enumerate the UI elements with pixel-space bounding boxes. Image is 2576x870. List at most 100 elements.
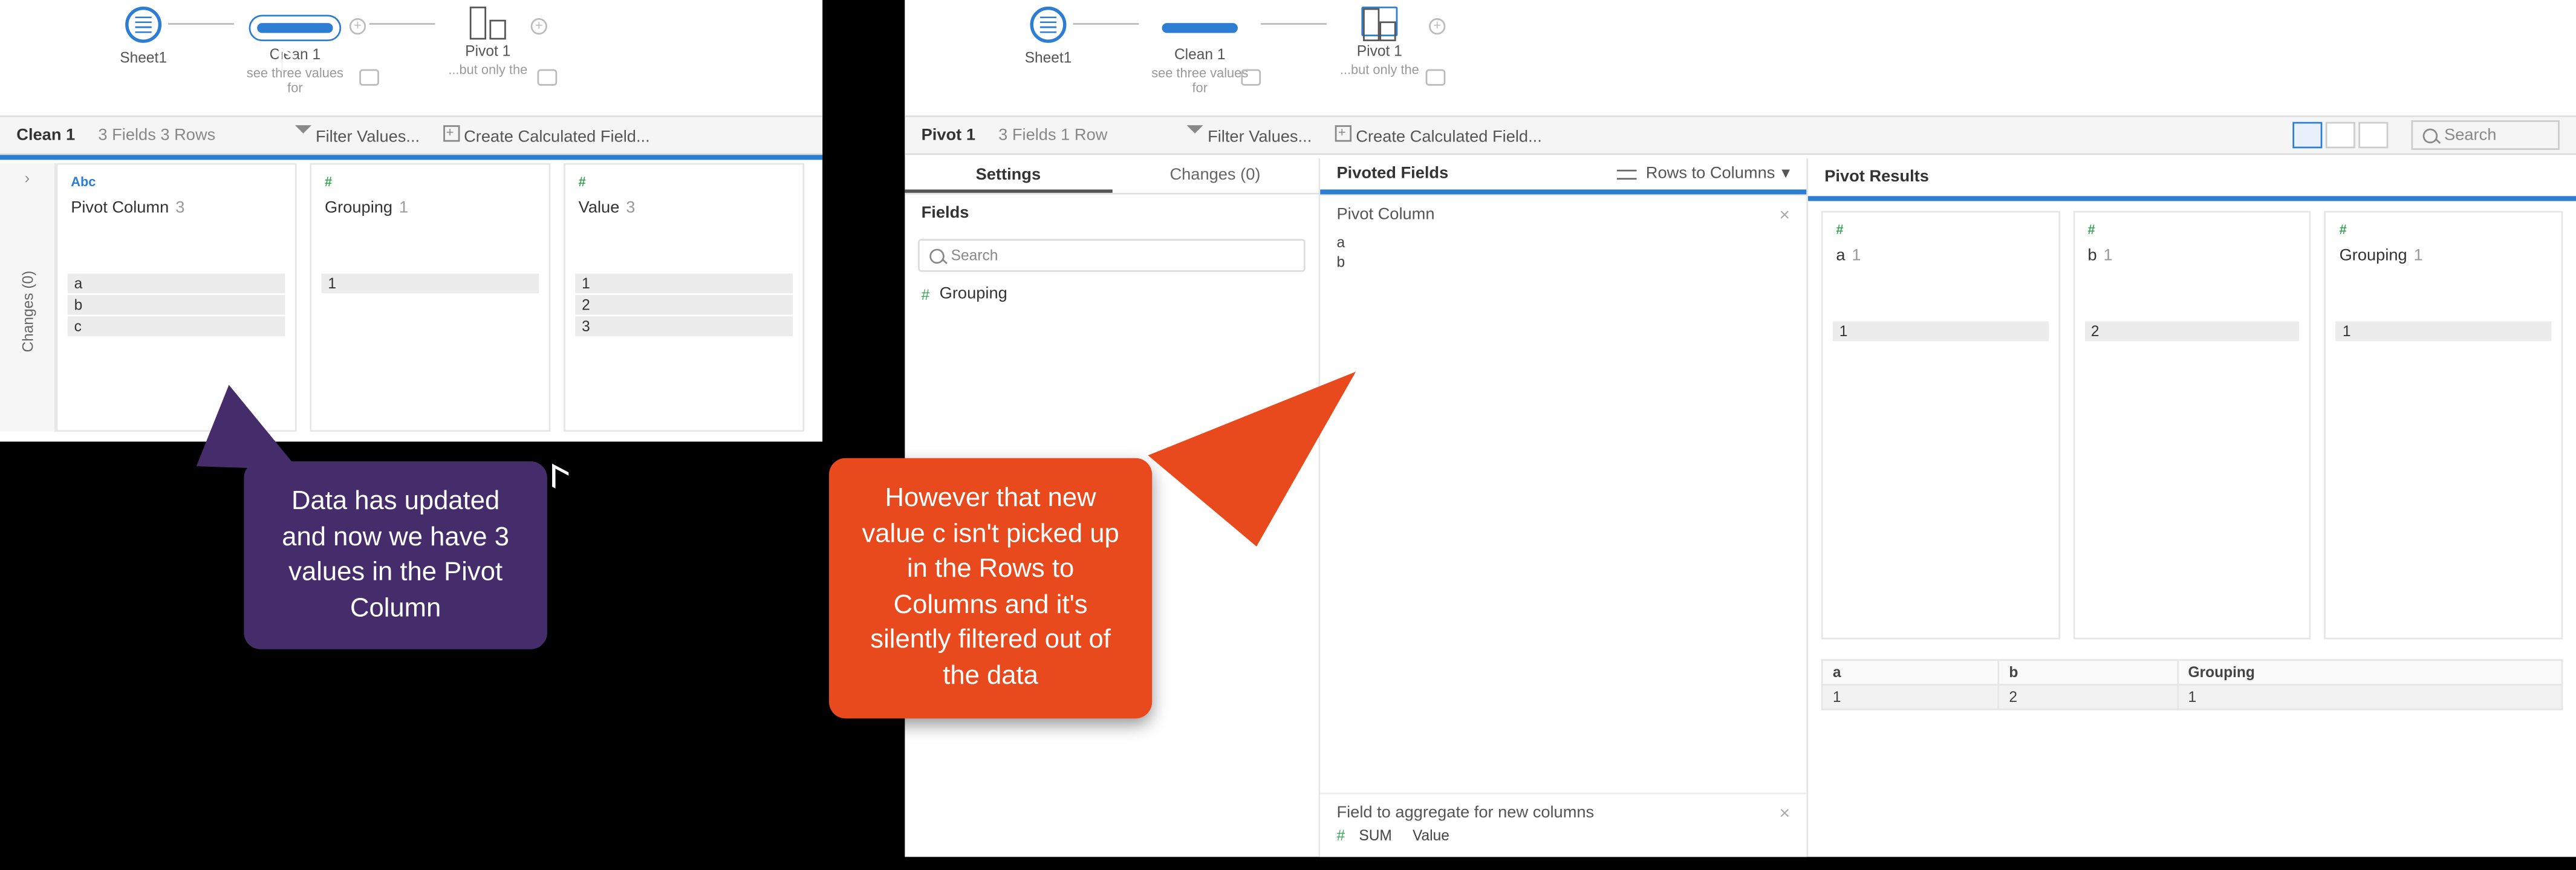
pivot-step-icon [470,7,506,36]
result-card-a[interactable]: # a1 1 [1821,211,2060,640]
profile-pane: Abc Pivot Column3 a b c # Grouping1 1 # … [56,163,813,432]
card-value[interactable]: 1 [321,273,539,293]
card-value[interactable]: 2 [2084,321,2300,341]
comment-icon[interactable] [538,69,558,85]
accent-bar [1320,189,1806,194]
annotation-text: However that new value c isn't picked up… [859,481,1122,695]
calc-icon [443,125,459,141]
filter-values-button[interactable]: Filter Values... [294,125,420,146]
card-value[interactable]: 1 [575,273,793,293]
comment-icon[interactable] [1241,69,1261,85]
flow-node-pivot1[interactable]: Pivot 1 ...but only the [438,7,538,77]
step-info-bar: Clean 1 3 Fields 3 Rows Filter Values...… [0,115,822,155]
calc-label: Create Calculated Field... [1356,128,1542,146]
clean-step-icon [257,23,333,33]
flow-subtitle: ...but only the [1330,63,1429,78]
filter-label: Filter Values... [1208,128,1312,146]
create-calc-button[interactable]: Create Calculated Field... [1335,125,1541,146]
flow-node-clean1[interactable]: Clean 1 see three values for [1142,7,1258,96]
remove-icon[interactable]: × [1779,206,1790,226]
step-info-bar: Pivot 1 3 Fields 1 Row Filter Values... … [905,115,2576,155]
field-item-grouping[interactable]: # Grouping [905,279,1318,310]
result-card-b[interactable]: # b1 2 [2073,211,2311,640]
table-row[interactable]: 1 2 1 [1822,684,2562,709]
card-title: Grouping [325,200,392,218]
profile-card-value[interactable]: # Value3 1 2 3 [564,163,804,432]
pivot-value[interactable]: b [1336,252,1790,272]
add-step-icon[interactable]: + [350,18,366,34]
search-input[interactable]: Search [2412,120,2560,150]
accent-bar [1808,196,2576,201]
result-card-grouping[interactable]: # Grouping1 1 [2324,211,2563,640]
aggregate-name: Value [1413,827,1449,843]
card-count: 3 [175,200,184,218]
chevron-down-icon: ▾ [1781,165,1790,183]
search-placeholder: Search [951,247,998,264]
table-header[interactable]: a [1822,660,1998,685]
pivot-value[interactable]: a [1336,232,1790,252]
remove-icon[interactable]: × [1779,804,1790,824]
expand-icon[interactable]: › [0,163,54,193]
step-meta: 3 Fields 1 Row [998,126,1107,144]
card-count: 1 [2414,247,2423,265]
step-meta: 3 Fields 3 Rows [98,126,215,144]
flow-node-sheet1[interactable]: Sheet1 [1007,7,1089,66]
pivot-mode-dropdown[interactable]: Rows to Columns ▾ [1616,165,1790,183]
results-data-grid[interactable]: a b Grouping 1 2 1 [1821,659,2563,710]
filter-icon [1186,125,1203,141]
filter-values-button[interactable]: Filter Values... [1186,125,1312,146]
card-title: Pivot Column [71,200,169,218]
card-title: Value [579,200,620,218]
step-name: Clean 1 [16,126,75,144]
settings-tabs: Settings Changes (0) [905,158,1318,195]
flow-connector [1261,23,1327,25]
create-calc-button[interactable]: Create Calculated Field... [443,125,649,146]
type-badge-num: # [1336,827,1345,843]
profile-card-grouping[interactable]: # Grouping1 1 [310,163,550,432]
type-badge-num: # [922,286,930,302]
card-value[interactable]: 2 [575,295,793,315]
table-header[interactable]: Grouping [2178,660,2562,685]
annotation-text: Data has updated and now we have 3 value… [273,484,517,626]
search-icon [929,248,945,263]
card-value[interactable]: 3 [575,316,793,336]
view-grid-icon[interactable] [2358,122,2388,149]
clean-step-icon [1162,23,1238,33]
annotation-purple: Data has updated and now we have 3 value… [244,461,547,650]
table-header[interactable]: b [1999,660,2178,685]
add-step-icon[interactable]: + [531,18,547,34]
aggregate-field[interactable]: # SUM Value [1336,824,1790,847]
view-list-icon[interactable] [2326,122,2355,149]
flow-node-clean1[interactable]: Clean 1 see three values for [237,7,353,96]
card-value[interactable]: 1 [1833,321,2048,341]
card-title: b [2087,247,2096,265]
datasource-icon [1030,7,1067,43]
comment-icon[interactable] [1426,69,1446,85]
fields-header: Fields [905,195,1318,233]
view-mode-switch[interactable] [2292,122,2388,149]
tab-changes[interactable]: Changes (0) [1111,158,1318,193]
card-value[interactable]: c [68,316,285,336]
search-placeholder: Search [2444,126,2496,144]
add-step-icon[interactable]: + [1429,18,1445,34]
flow-node-pivot1[interactable]: Pivot 1 ...but only the [1330,7,1429,77]
card-count: 1 [1852,247,1861,265]
card-count: 1 [2104,247,2113,265]
flow-label: Clean 1 [1142,46,1258,62]
comment-icon[interactable] [359,69,379,85]
card-value[interactable]: 1 [2336,321,2551,341]
card-value[interactable]: a [68,273,285,293]
flow-bar: Sheet1 Clean 1 see three values for + Pi… [0,0,822,115]
fields-search[interactable]: Search [918,239,1306,272]
filter-icon [294,125,311,141]
card-value[interactable]: b [68,295,285,315]
tab-settings[interactable]: Settings [905,158,1111,193]
type-badge-num: # [2340,222,2548,238]
aggregate-title: Field to aggregate for new columns [1336,804,1594,824]
flow-bar: Sheet1 Clean 1 see three values for Pivo… [905,0,2576,115]
changes-rail[interactable]: › Changes (0) [0,163,56,432]
flow-node-sheet1[interactable]: Sheet1 [102,7,184,66]
datasource-icon [125,7,161,43]
view-profile-icon[interactable] [2292,122,2322,149]
flow-label: Clean 1 [237,46,353,62]
